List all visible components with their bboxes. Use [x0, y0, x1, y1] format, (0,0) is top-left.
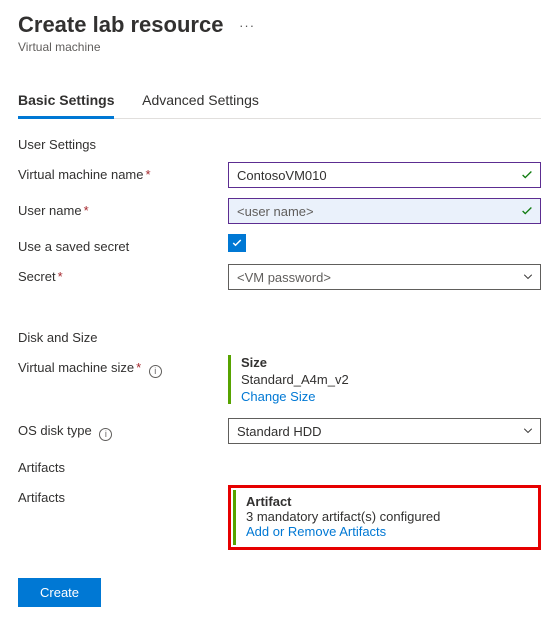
os-disk-value: Standard HDD	[237, 424, 322, 439]
section-disk-size: Disk and Size	[18, 330, 541, 345]
vm-name-value: ContosoVM010	[237, 168, 327, 183]
os-disk-select[interactable]: Standard HDD	[228, 418, 541, 444]
required-icon: *	[136, 360, 141, 375]
label-vm-name: Virtual machine name*	[18, 162, 228, 182]
label-artifacts: Artifacts	[18, 485, 228, 505]
label-secret: Secret*	[18, 264, 228, 284]
artifact-highlight-box: Artifact 3 mandatory artifact(s) configu…	[228, 485, 541, 550]
check-icon	[520, 204, 534, 218]
required-icon: *	[58, 269, 63, 284]
tabs: Basic Settings Advanced Settings	[18, 84, 541, 119]
secret-placeholder: <VM password>	[237, 270, 331, 285]
vm-size-value: Standard_A4m_v2	[241, 372, 541, 387]
label-saved-secret: Use a saved secret	[18, 234, 228, 254]
section-user-settings: User Settings	[18, 137, 541, 152]
artifact-status: 3 mandatory artifact(s) configured	[246, 509, 528, 524]
label-os-disk: OS disk type i	[18, 418, 228, 441]
vm-size-display: Size Standard_A4m_v2 Change Size	[228, 355, 541, 404]
info-icon[interactable]: i	[149, 365, 162, 378]
section-artifacts: Artifacts	[18, 460, 541, 475]
check-icon	[520, 168, 534, 182]
artifact-title: Artifact	[246, 494, 528, 509]
vm-name-input[interactable]: ContosoVM010	[228, 162, 541, 188]
tab-basic-settings[interactable]: Basic Settings	[18, 84, 114, 119]
page-subtitle: Virtual machine	[18, 40, 541, 54]
info-icon[interactable]: i	[99, 428, 112, 441]
user-name-placeholder: <user name>	[237, 204, 314, 219]
secret-select[interactable]: <VM password>	[228, 264, 541, 290]
saved-secret-checkbox[interactable]	[228, 234, 246, 252]
tab-advanced-settings[interactable]: Advanced Settings	[142, 84, 259, 116]
required-icon: *	[84, 203, 89, 218]
vm-size-title: Size	[241, 355, 541, 370]
change-size-link[interactable]: Change Size	[241, 389, 541, 404]
label-vm-size: Virtual machine size* i	[18, 355, 228, 378]
more-icon[interactable]: ···	[239, 18, 255, 33]
user-name-input[interactable]: <user name>	[228, 198, 541, 224]
add-remove-artifacts-link[interactable]: Add or Remove Artifacts	[246, 524, 528, 539]
label-user-name: User name*	[18, 198, 228, 218]
create-button[interactable]: Create	[18, 578, 101, 607]
chevron-down-icon	[522, 425, 534, 437]
page-title: Create lab resource	[18, 12, 223, 38]
artifact-display: Artifact 3 mandatory artifact(s) configu…	[233, 490, 536, 545]
required-icon: *	[146, 167, 151, 182]
chevron-down-icon	[522, 271, 534, 283]
